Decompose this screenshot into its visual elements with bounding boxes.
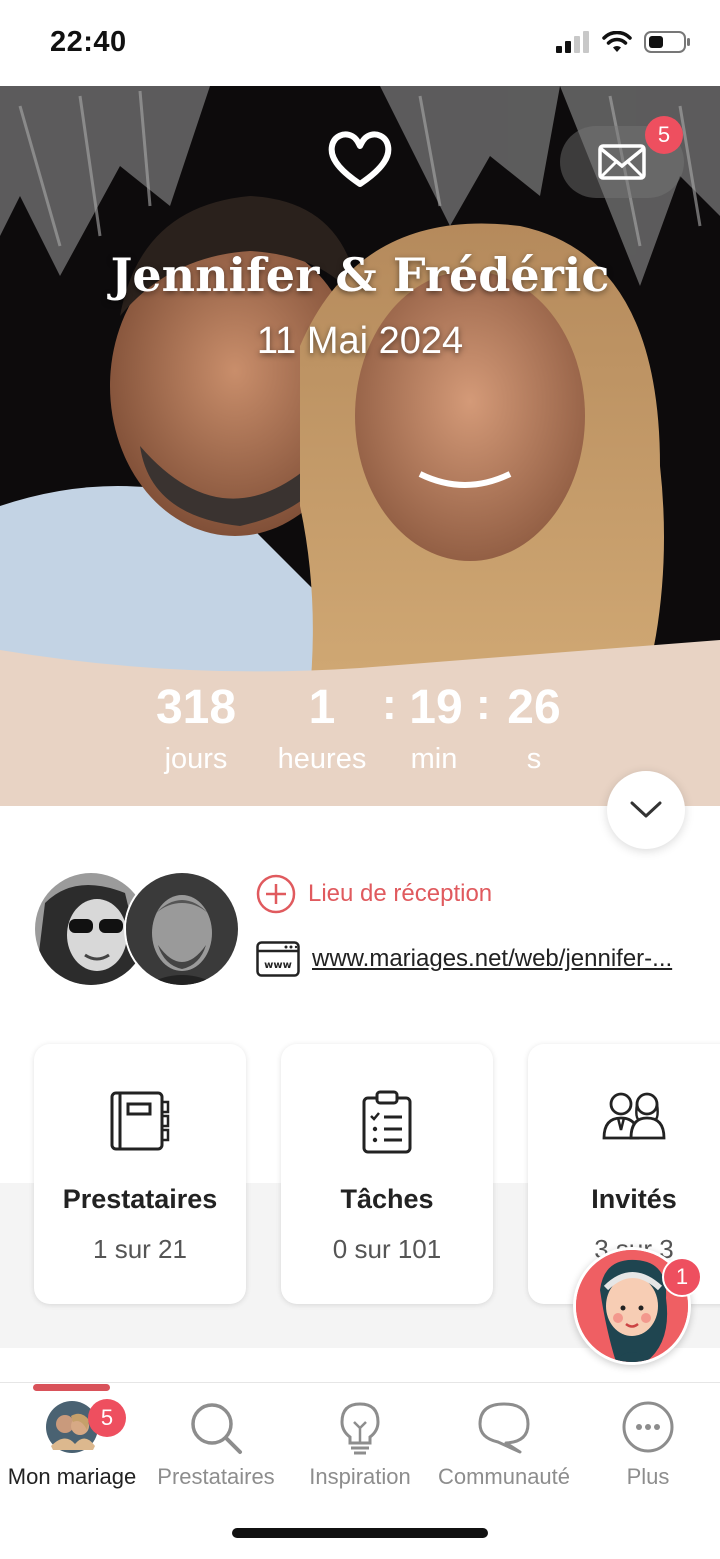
wifi-icon bbox=[602, 31, 632, 52]
tab-label: Inspiration bbox=[309, 1464, 411, 1489]
chat-bubble-icon bbox=[478, 1402, 530, 1454]
active-tab-indicator bbox=[33, 1384, 110, 1391]
wedding-date: 11 Mai 2024 bbox=[256, 320, 464, 362]
messages-badge: 5 bbox=[645, 116, 683, 154]
tab-label: Communauté bbox=[437, 1464, 571, 1489]
countdown-hours: 1 bbox=[308, 681, 336, 734]
card-prestataires[interactable]: Prestataires 1 sur 21 bbox=[34, 1044, 246, 1304]
heart-logo-icon bbox=[328, 131, 392, 187]
status-icons bbox=[556, 30, 692, 54]
website-url: www.mariages.net/web/jennifer-... bbox=[312, 945, 673, 972]
plus-circle-icon bbox=[256, 874, 296, 914]
wedding-website-link[interactable]: www www.mariages.net/web/jennifer-... bbox=[256, 941, 682, 977]
groom-avatar[interactable] bbox=[124, 871, 240, 987]
envelope-icon bbox=[598, 144, 646, 180]
countdown-days: 318 bbox=[155, 681, 237, 734]
guests-icon bbox=[602, 1092, 666, 1140]
tab-badge: 5 bbox=[88, 1399, 126, 1437]
status-time: 22:40 bbox=[50, 26, 127, 58]
countdown-seconds: 26 bbox=[507, 681, 561, 734]
card-progress: 0 sur 101 bbox=[332, 1234, 442, 1264]
status-bar: 22:40 bbox=[0, 0, 720, 86]
card-progress: 1 sur 21 bbox=[93, 1234, 187, 1264]
clipboard-checklist-icon bbox=[362, 1090, 412, 1154]
lightbulb-icon bbox=[340, 1402, 380, 1455]
cellular-signal-icon bbox=[556, 31, 589, 53]
couple-names: Jennifer & Frédéric bbox=[110, 248, 610, 302]
tab-label: Prestataires bbox=[157, 1464, 275, 1489]
countdown-seconds-label: s bbox=[526, 743, 542, 775]
countdown-hours-label: heures bbox=[277, 743, 367, 775]
card-title: Tâches bbox=[340, 1184, 434, 1214]
more-icon bbox=[622, 1401, 674, 1453]
assistant-badge: 1 bbox=[662, 1257, 702, 1297]
collapse-button[interactable] bbox=[607, 771, 685, 849]
add-venue-link[interactable]: Lieu de réception bbox=[256, 874, 492, 914]
tab-prestataires[interactable]: Prestataires bbox=[144, 1400, 288, 1500]
countdown-days-label: jours bbox=[164, 743, 228, 775]
tab-inspiration[interactable]: Inspiration bbox=[288, 1400, 432, 1500]
tab-communaute[interactable]: Communauté bbox=[432, 1400, 576, 1500]
countdown-minutes-label: min bbox=[410, 743, 458, 775]
chevron-down-icon bbox=[630, 801, 662, 818]
card-taches[interactable]: Tâches 0 sur 101 bbox=[281, 1044, 493, 1304]
countdown-minutes: 19 bbox=[409, 681, 463, 734]
search-icon bbox=[191, 1403, 242, 1454]
countdown-separator: : bbox=[476, 680, 491, 729]
tab-label: Plus bbox=[626, 1464, 670, 1489]
browser-window-icon: www bbox=[256, 941, 300, 977]
tab-label: Mon mariage bbox=[7, 1464, 137, 1489]
home-indicator bbox=[232, 1528, 488, 1538]
card-title: Prestataires bbox=[62, 1184, 218, 1214]
svg-text:www: www bbox=[264, 960, 292, 971]
venue-label: Lieu de réception bbox=[308, 880, 493, 907]
card-title: Invités bbox=[591, 1184, 677, 1214]
battery-icon bbox=[644, 31, 690, 53]
tab-plus[interactable]: Plus bbox=[576, 1400, 720, 1500]
notebook-icon bbox=[110, 1091, 170, 1151]
countdown-separator: : bbox=[382, 680, 397, 729]
